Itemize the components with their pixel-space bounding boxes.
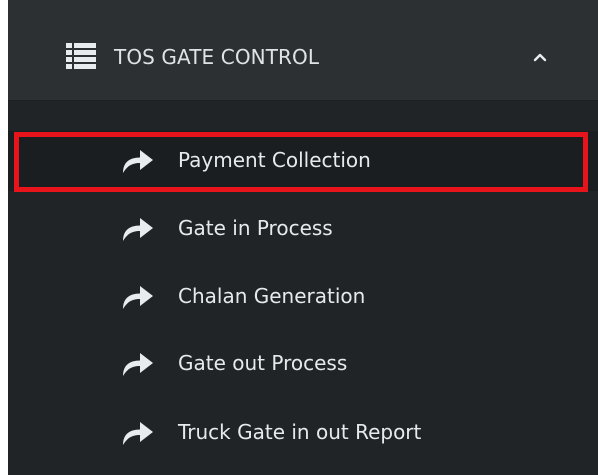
share-arrow-icon: [123, 422, 153, 445]
list-icon: [66, 43, 96, 69]
menu-item-payment-collection[interactable]: Payment Collection: [8, 131, 598, 191]
menu-item-gate-in-process[interactable]: Gate in Process: [8, 199, 598, 259]
share-arrow-icon: [123, 353, 153, 376]
menu-item-gate-out-process[interactable]: Gate out Process: [8, 334, 598, 394]
submenu-list: Payment Collection Gate in Process Chala…: [8, 101, 598, 475]
menu-item-label: Gate out Process: [178, 351, 348, 375]
share-arrow-icon: [123, 150, 153, 173]
menu-item-chalan-generation[interactable]: Chalan Generation: [8, 267, 598, 327]
chevron-up-icon[interactable]: [528, 45, 552, 69]
menu-section-header[interactable]: TOS GATE CONTROL: [8, 0, 598, 101]
menu-item-label: Gate in Process: [178, 216, 333, 240]
menu-item-label: Payment Collection: [178, 148, 371, 172]
menu-item-label: Chalan Generation: [178, 284, 366, 308]
share-arrow-icon: [123, 286, 153, 309]
menu-item-label: Truck Gate in out Report: [178, 420, 422, 444]
menu-section-title: TOS GATE CONTROL: [114, 45, 320, 69]
menu-item-truck-gate-in-out-report[interactable]: Truck Gate in out Report: [8, 403, 598, 463]
sidebar-panel: TOS GATE CONTROL Payment Collection Gate…: [8, 0, 598, 475]
share-arrow-icon: [123, 218, 153, 241]
